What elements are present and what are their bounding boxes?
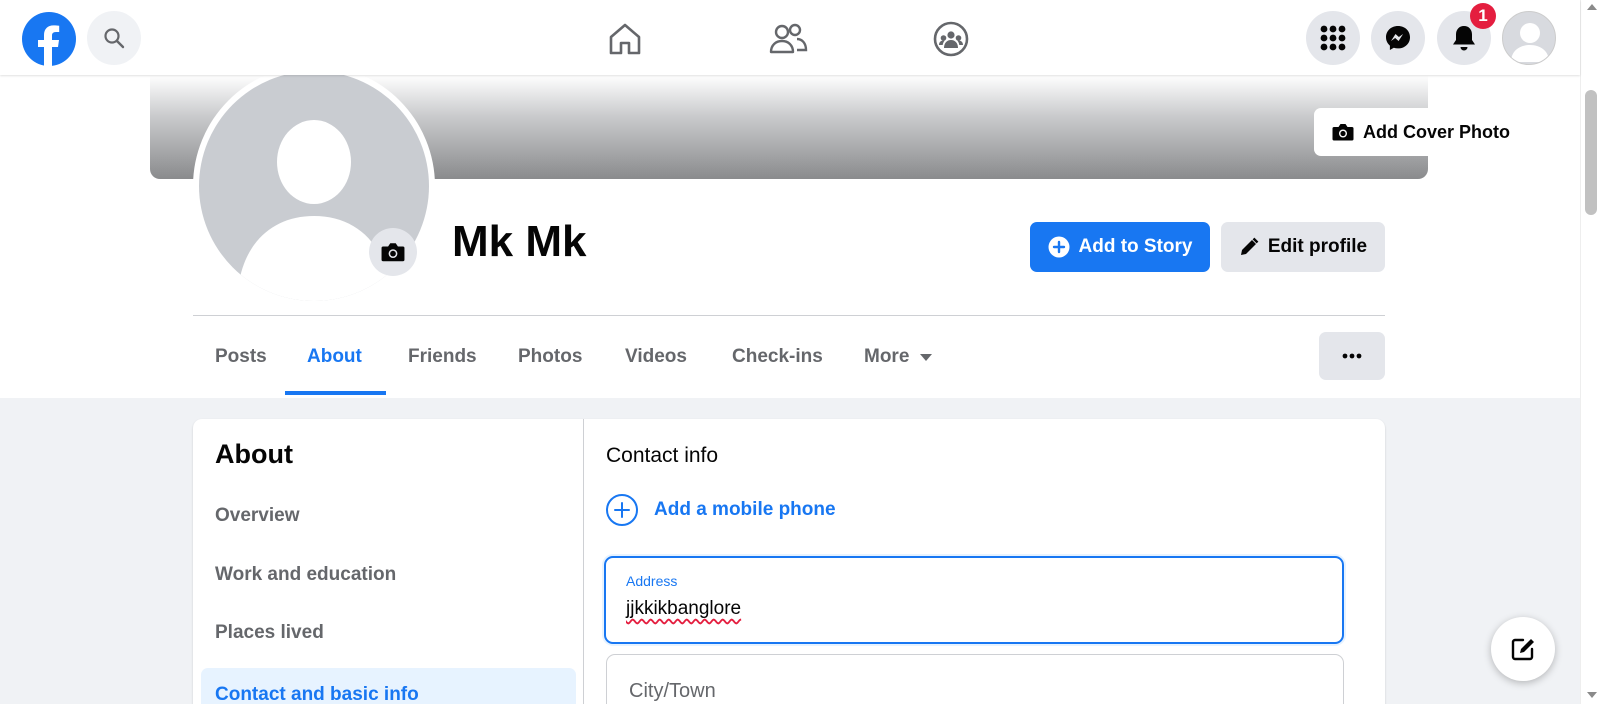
tab-photos[interactable]: Photos (518, 316, 582, 398)
messenger-button[interactable] (1371, 11, 1425, 65)
caret-down-icon (920, 354, 933, 361)
add-mobile-phone-label: Add a mobile phone (654, 499, 836, 520)
scroll-up-arrow-icon[interactable] (1587, 4, 1597, 10)
account-avatar[interactable] (1502, 11, 1556, 65)
groups-nav-button[interactable] (927, 15, 975, 63)
about-card: About Overview Work and education Places… (193, 419, 1385, 704)
active-tab-indicator (285, 391, 386, 395)
new-message-button[interactable] (1491, 617, 1555, 681)
grid-menu-icon (1320, 25, 1346, 51)
messenger-icon (1386, 26, 1410, 50)
plus-circle-icon (1048, 236, 1069, 258)
facebook-logo-icon[interactable] (22, 12, 76, 66)
tab-check-ins[interactable]: Check-ins (732, 316, 823, 398)
pencil-icon (1240, 237, 1259, 255)
plus-icon (606, 494, 638, 526)
camera-icon (381, 243, 405, 262)
address-field[interactable]: Address jjkkikbanglore (604, 556, 1344, 644)
edit-profile-label: Edit profile (1267, 236, 1368, 257)
more-dots-icon (1342, 353, 1362, 359)
city-town-field[interactable]: City/Town (606, 654, 1344, 704)
friends-nav-button[interactable] (764, 15, 812, 63)
scroll-down-arrow-icon[interactable] (1587, 692, 1597, 698)
profile-header: Add Cover Photo Mk Mk Add to Story Edit … (0, 65, 1580, 398)
add-to-story-label: Add to Story (1078, 236, 1193, 257)
about-item-contact-basic-info-label: Contact and basic info (215, 684, 419, 704)
tab-more-label: More (864, 346, 910, 367)
compose-icon (1511, 638, 1534, 661)
add-cover-photo-button[interactable]: Add Cover Photo (1314, 108, 1536, 156)
tab-friends[interactable]: Friends (408, 316, 477, 398)
tab-about[interactable]: About (307, 316, 362, 398)
about-title: About (215, 439, 293, 469)
profile-more-options-button[interactable] (1319, 332, 1385, 380)
tab-more[interactable]: More (864, 316, 933, 398)
notification-count-badge: 1 (1470, 3, 1496, 29)
menu-button[interactable] (1306, 11, 1360, 65)
about-item-work-education[interactable]: Work and education (215, 564, 396, 586)
address-field-value[interactable]: jjkkikbanglore (626, 598, 741, 620)
top-navigation-bar: 1 (0, 0, 1580, 75)
about-item-places-lived[interactable]: Places lived (215, 622, 324, 644)
profile-name: Mk Mk (452, 217, 587, 266)
search-icon (104, 28, 125, 49)
tab-videos[interactable]: Videos (625, 316, 687, 398)
add-mobile-phone-link[interactable]: Add a mobile phone (606, 494, 836, 526)
tab-posts[interactable]: Posts (215, 316, 267, 398)
friends-icon (769, 23, 808, 54)
add-to-story-button[interactable]: Add to Story (1030, 222, 1210, 272)
add-cover-photo-label: Add Cover Photo (1363, 121, 1510, 142)
bell-icon (1453, 26, 1475, 51)
default-avatar-icon (1511, 23, 1549, 62)
camera-icon (1332, 124, 1354, 141)
update-profile-picture-button[interactable] (369, 228, 417, 276)
address-field-label: Address (626, 573, 678, 589)
edit-profile-button[interactable]: Edit profile (1221, 222, 1385, 272)
search-button[interactable] (87, 11, 141, 65)
about-item-overview[interactable]: Overview (215, 505, 300, 527)
about-sidebar: About Overview Work and education Places… (193, 419, 584, 704)
about-item-contact-basic-info[interactable]: Contact and basic info (201, 668, 576, 704)
contact-info-heading: Contact info (606, 444, 719, 467)
home-icon (609, 23, 641, 55)
page-scrollbar[interactable] (1580, 0, 1601, 704)
groups-icon (933, 21, 969, 57)
home-nav-button[interactable] (601, 15, 649, 63)
scrollbar-thumb[interactable] (1585, 90, 1597, 215)
city-town-placeholder: City/Town (629, 680, 716, 702)
